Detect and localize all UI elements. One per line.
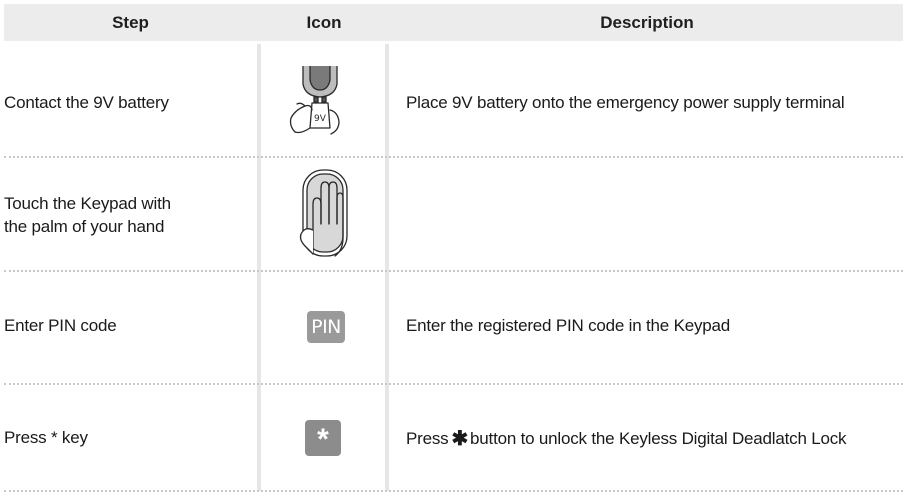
- description-unlock-text: button to unlock the Keyless Digital Dea…: [470, 429, 847, 448]
- row-divider-2: [4, 270, 903, 272]
- column-divider-1: [257, 44, 261, 491]
- table-header: Step Icon Description: [4, 4, 903, 41]
- step-press-star: Press * key: [4, 428, 88, 447]
- asterisk-icon: ✱: [451, 428, 469, 450]
- palm-touch-icon: [295, 168, 351, 260]
- instruction-table: Step Icon Description Contact the 9V bat…: [0, 0, 903, 492]
- battery-label: 9V: [314, 114, 327, 124]
- battery-hand-icon: 9V: [283, 65, 357, 136]
- description-enter-pin: Enter the registered PIN code in the Key…: [406, 316, 731, 335]
- column-divider-2: [385, 44, 389, 491]
- star-key-icon: *: [305, 420, 341, 456]
- header-step: Step: [112, 13, 149, 32]
- step-contact-battery: Contact the 9V battery: [4, 93, 169, 112]
- row-divider-1: [4, 156, 903, 158]
- step-touch-keypad: Touch the Keypad with the palm of your h…: [4, 192, 171, 238]
- step-enter-pin: Enter PIN code: [4, 316, 117, 335]
- header-description: Description: [600, 13, 694, 32]
- description-place-battery: Place 9V battery onto the emergency powe…: [406, 93, 845, 112]
- description-press-star: Press ✱ button to unlock the Keyless Digit…: [406, 427, 847, 450]
- description-press-label: Press: [406, 429, 449, 448]
- step-touch-keypad-line1: Touch the Keypad with: [4, 194, 171, 213]
- row-divider-3: [4, 383, 903, 385]
- pin-icon: PIN: [307, 311, 345, 343]
- step-touch-keypad-line2: the palm of your hand: [4, 217, 165, 236]
- header-icon: Icon: [306, 13, 342, 32]
